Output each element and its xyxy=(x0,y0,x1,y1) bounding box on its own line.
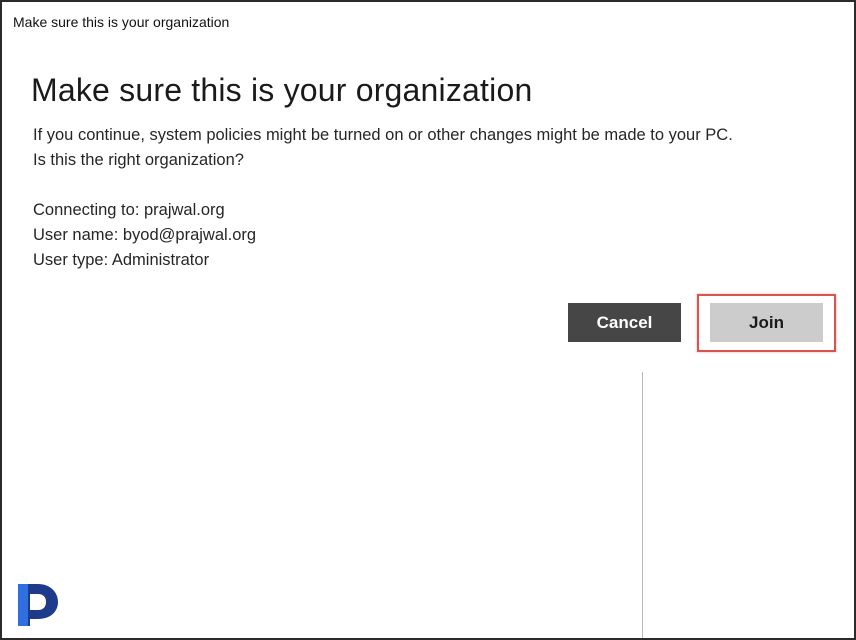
description-line-2: Is this the right organization? xyxy=(33,151,244,169)
description-line-1: If you continue, system policies might b… xyxy=(33,126,733,144)
cancel-button[interactable]: Cancel xyxy=(568,303,681,342)
join-button[interactable]: Join xyxy=(710,303,823,342)
connecting-to-text: Connecting to: prajwal.org xyxy=(33,201,225,219)
logo-svg xyxy=(18,584,58,626)
user-name-text: User name: byod@prajwal.org xyxy=(33,226,257,244)
title-bar: Make sure this is your organization xyxy=(2,2,854,46)
user-type-text: User type: Administrator xyxy=(33,251,210,269)
vertical-divider xyxy=(642,372,643,638)
window-title: Make sure this is your organization xyxy=(13,14,230,30)
prajwal-logo-icon xyxy=(14,580,64,630)
dialog-window: Make sure this is your organization Make… xyxy=(0,0,856,640)
dialog-heading: Make sure this is your organization xyxy=(31,72,533,108)
